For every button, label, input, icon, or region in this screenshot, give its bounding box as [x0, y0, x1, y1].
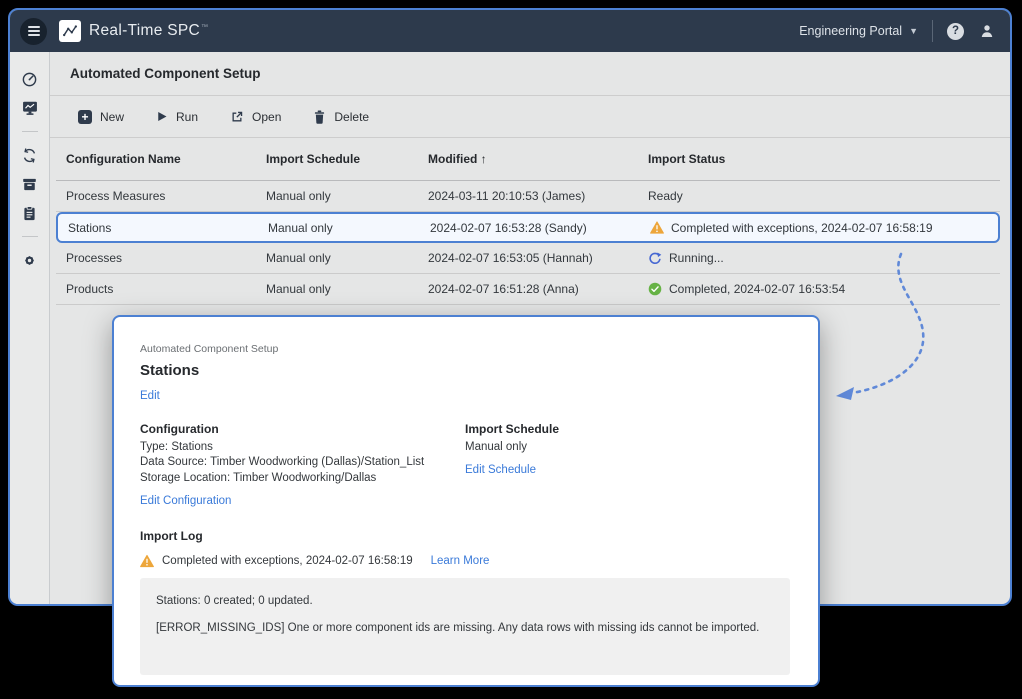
sidebar-divider: [22, 236, 38, 237]
hamburger-menu-icon[interactable]: [20, 18, 47, 45]
help-icon[interactable]: ?: [947, 23, 964, 40]
configurations-table: Configuration Name Import Schedule Modif…: [50, 138, 1010, 305]
import-schedule: Manual only: [266, 282, 331, 296]
column-header-import-schedule[interactable]: Import Schedule: [266, 152, 360, 166]
running-icon: [648, 251, 662, 265]
import-schedule-heading: Import Schedule: [465, 422, 559, 436]
portal-selector[interactable]: Engineering Portal ▼: [799, 24, 918, 38]
run-button[interactable]: Run: [156, 110, 198, 124]
warning-icon: [650, 221, 664, 235]
modified: 2024-02-07 16:51:28 (Anna): [428, 282, 579, 296]
open-button[interactable]: Open: [230, 110, 281, 124]
app-title: Real-Time SPC™: [89, 22, 208, 40]
gear-icon[interactable]: [21, 251, 39, 269]
config-name: Process Measures: [66, 189, 165, 203]
config-name: Products: [66, 282, 113, 296]
warning-icon: [140, 554, 154, 568]
table-row[interactable]: Products Manual only 2024-02-07 16:51:28…: [56, 274, 1000, 305]
modified: 2024-02-07 16:53:05 (Hannah): [428, 251, 593, 265]
edit-link[interactable]: Edit: [140, 390, 790, 402]
toolbar: + New Run Open: [50, 96, 1010, 138]
screenshot-stage: Real-Time SPC™ Engineering Portal ▼ ?: [0, 0, 1022, 699]
import-status: Running...: [648, 251, 724, 265]
sidebar-divider: [22, 131, 38, 132]
import-schedule: Manual only: [268, 221, 333, 235]
import-log-status-row: Completed with exceptions, 2024-02-07 16…: [140, 554, 790, 568]
page-title: Automated Component Setup: [70, 66, 261, 81]
monitor-chart-icon[interactable]: [21, 99, 39, 117]
learn-more-link[interactable]: Learn More: [431, 555, 490, 567]
configuration-section: Configuration Type: Stations Data Source…: [140, 422, 465, 507]
clipboard-icon[interactable]: [21, 204, 39, 222]
table-row[interactable]: Process Measures Manual only 2024-03-11 …: [56, 181, 1000, 212]
plus-icon: +: [78, 110, 92, 124]
open-external-icon: [230, 110, 244, 124]
import-schedule-value: Manual only: [465, 440, 559, 454]
configuration-heading: Configuration: [140, 422, 465, 436]
log-line: Stations: 0 created; 0 updated.: [156, 595, 774, 607]
import-schedule: Manual only: [266, 251, 331, 265]
table-row-selected[interactable]: Stations Manual only 2024-02-07 16:53:28…: [56, 212, 1000, 243]
import-schedule: Manual only: [266, 189, 331, 203]
left-sidebar: [10, 52, 50, 604]
archive-icon[interactable]: [21, 175, 39, 193]
configuration-type: Type: Stations: [140, 440, 465, 454]
panel-breadcrumb: Automated Component Setup: [140, 343, 790, 355]
top-header-bar: Real-Time SPC™ Engineering Portal ▼ ?: [10, 10, 1010, 52]
config-name: Processes: [66, 251, 122, 265]
completed-icon: [648, 282, 662, 296]
sort-ascending-icon: ↑: [481, 152, 487, 166]
import-log-output: Stations: 0 created; 0 updated. [ERROR_M…: [140, 578, 790, 675]
column-header-modified[interactable]: Modified ↑: [428, 152, 487, 166]
configuration-data-source: Data Source: Timber Woodworking (Dallas)…: [140, 455, 465, 469]
play-icon: [156, 110, 168, 123]
spc-chart-logo: [59, 20, 81, 42]
column-header-import-status[interactable]: Import Status: [648, 152, 725, 166]
delete-button[interactable]: Delete: [313, 110, 369, 124]
import-status: Completed with exceptions, 2024-02-07 16…: [650, 221, 933, 235]
import-log-heading: Import Log: [140, 529, 790, 543]
new-button[interactable]: + New: [78, 110, 124, 124]
panel-title: Stations: [140, 362, 790, 379]
column-header-configuration-name[interactable]: Configuration Name: [66, 152, 181, 166]
user-icon[interactable]: [978, 22, 996, 40]
edit-schedule-link[interactable]: Edit Schedule: [465, 464, 559, 476]
table-row[interactable]: Processes Manual only 2024-02-07 16:53:0…: [56, 243, 1000, 274]
import-log-status-text: Completed with exceptions, 2024-02-07 16…: [162, 555, 413, 567]
chevron-down-icon: ▼: [909, 26, 918, 36]
modified: 2024-03-11 20:10:53 (James): [428, 189, 585, 203]
import-status: Ready: [648, 189, 683, 203]
trademark: ™: [201, 24, 208, 31]
config-name: Stations: [68, 221, 111, 235]
configuration-storage-location: Storage Location: Timber Woodworking/Dal…: [140, 471, 465, 485]
gauge-icon[interactable]: [21, 70, 39, 88]
log-line: [ERROR_MISSING_IDS] One or more componen…: [156, 622, 774, 634]
trash-icon: [313, 110, 326, 124]
sync-icon[interactable]: [21, 146, 39, 164]
edit-configuration-link[interactable]: Edit Configuration: [140, 495, 465, 507]
import-status: Completed, 2024-02-07 16:53:54: [648, 282, 845, 296]
detail-panel: Automated Component Setup Stations Edit …: [112, 315, 820, 687]
header-divider: [932, 20, 933, 42]
import-schedule-section: Import Schedule Manual only Edit Schedul…: [465, 422, 559, 507]
modified: 2024-02-07 16:53:28 (Sandy): [430, 221, 587, 235]
table-header-row: Configuration Name Import Schedule Modif…: [56, 138, 1000, 181]
